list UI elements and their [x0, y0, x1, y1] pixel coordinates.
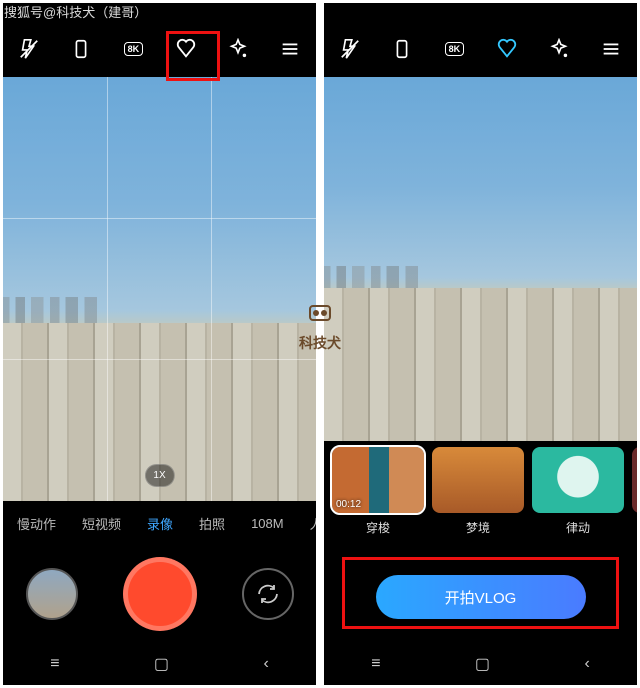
template-duration: 00:12 [336, 499, 361, 510]
camera-bottom-controls [3, 545, 316, 643]
magic-filter-icon[interactable] [540, 30, 578, 68]
nav-home-icon[interactable]: ▢ [475, 654, 490, 674]
grid-line [3, 218, 316, 219]
record-shutter-button[interactable] [123, 557, 197, 631]
nav-recent-icon[interactable]: ≡ [371, 655, 380, 673]
gallery-thumbnail[interactable] [26, 568, 78, 620]
nav-recent-icon[interactable]: ≡ [50, 655, 59, 673]
aspect-ratio-icon[interactable] [383, 30, 421, 68]
zoom-level-chip[interactable]: 1X [144, 464, 174, 487]
flash-icon[interactable] [331, 30, 369, 68]
vlog-template-item[interactable]: 卡点 [632, 447, 637, 551]
phone-screenshot-right: 8K 00:12 穿梭 梦境 [324, 3, 637, 685]
vlog-mode-icon-active[interactable] [488, 30, 526, 68]
status-bar [3, 3, 316, 21]
grid-line [3, 359, 316, 360]
nav-back-icon[interactable]: ‹ [263, 655, 268, 673]
vlog-cta-zone: 开拍VLOG [324, 551, 637, 643]
android-nav-bar: ≡ ▢ ‹ [3, 643, 316, 685]
android-nav-bar: ≡ ▢ ‹ [324, 643, 637, 685]
template-label: 律动 [566, 519, 590, 536]
mode-short-video[interactable]: 短视频 [82, 514, 121, 533]
resolution-badge[interactable]: 8K [114, 30, 152, 68]
start-vlog-button[interactable]: 开拍VLOG [376, 575, 586, 619]
mode-video[interactable]: 录像 [147, 514, 173, 533]
grid-line [211, 77, 212, 501]
template-label: 梦境 [466, 519, 490, 536]
vlog-template-strip[interactable]: 00:12 穿梭 梦境 律动 卡点 [324, 441, 637, 551]
vlog-template-item[interactable]: 梦境 [432, 447, 524, 551]
camera-top-toolbar: 8K [324, 21, 637, 77]
vlog-template-item[interactable]: 律动 [532, 447, 624, 551]
mode-slow-motion[interactable]: 慢动作 [17, 514, 56, 533]
nav-back-icon[interactable]: ‹ [584, 655, 589, 673]
camera-top-toolbar: 8K [3, 21, 316, 77]
vlog-template-item[interactable]: 00:12 穿梭 [332, 447, 424, 551]
flash-icon[interactable] [10, 30, 48, 68]
status-bar [324, 3, 637, 21]
phone-screenshot-left: 8K 1X 慢动作 短视频 录像 拍照 108M [3, 3, 316, 685]
grid-line [107, 77, 108, 501]
template-label: 穿梭 [366, 519, 390, 536]
nav-home-icon[interactable]: ▢ [154, 654, 169, 674]
vlog-mode-icon[interactable] [167, 30, 205, 68]
menu-icon[interactable] [271, 30, 309, 68]
camera-viewfinder[interactable]: 1X [3, 77, 316, 501]
resolution-badge[interactable]: 8K [435, 30, 473, 68]
switch-camera-button[interactable] [242, 568, 294, 620]
aspect-ratio-icon[interactable] [62, 30, 100, 68]
mode-photo[interactable]: 拍照 [199, 514, 225, 533]
camera-mode-strip[interactable]: 慢动作 短视频 录像 拍照 108M 人像 [3, 501, 316, 545]
mode-108m[interactable]: 108M [251, 516, 284, 531]
camera-viewfinder[interactable] [324, 77, 637, 441]
mode-portrait[interactable]: 人像 [310, 514, 316, 533]
menu-icon[interactable] [592, 30, 630, 68]
magic-filter-icon[interactable] [219, 30, 257, 68]
